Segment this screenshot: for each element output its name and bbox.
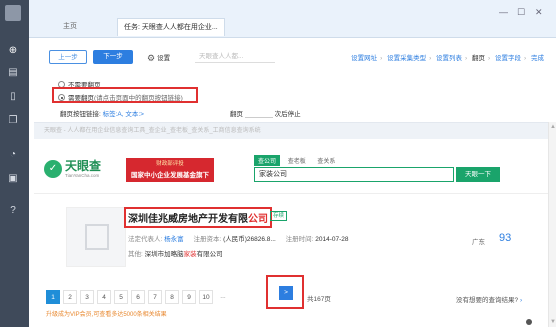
date-value: 2014-07-28 xyxy=(315,236,349,243)
tab-search-relation[interactable]: 查关系 xyxy=(313,155,339,166)
page-link[interactable]: 8 xyxy=(165,290,179,304)
pagination: 1 2 3 4 5 6 7 8 9 10 ... xyxy=(46,290,233,304)
company-other-row: 其他: 深圳市加略脑家装有限公司 xyxy=(128,248,223,258)
arrow-right-icon: › xyxy=(519,297,523,304)
box-icon[interactable]: ▣ xyxy=(6,172,20,186)
page-link[interactable]: 1 xyxy=(46,290,60,304)
browser-preview: 天眼查 - 人人都在用企业信息查询工具_查企业_查老板_查关系_工商信息查询系统… xyxy=(34,122,548,327)
no-result-text: 没有想要的查询结果? xyxy=(456,297,519,304)
logo-sub: TianYanCha.com xyxy=(65,173,100,178)
company-region: 广东 xyxy=(472,239,485,246)
search-input[interactable]: 家装公司 xyxy=(254,167,454,182)
file-icon[interactable]: ▯ xyxy=(6,90,20,104)
company-name-keyword: 公司 xyxy=(248,214,268,225)
scroll-up-icon[interactable]: ▲ xyxy=(550,124,556,130)
next-page-button[interactable]: > xyxy=(279,286,293,300)
divider xyxy=(34,193,548,194)
company-score: 93 xyxy=(499,232,512,244)
title-bar: 主页 任务: 天眼查人人都在用企业... — ☐ ✕ xyxy=(29,0,556,38)
tianyancha-mark-icon: ✓ xyxy=(44,160,62,178)
maximize-icon[interactable]: ☐ xyxy=(517,7,525,18)
vip-upgrade-note[interactable]: 升级成为VIP会员,可查看多达5000条相关结果 xyxy=(46,309,167,318)
search-button[interactable]: 天眼一下 xyxy=(456,167,500,182)
tab-search-company[interactable]: 查公司 xyxy=(254,155,281,166)
page-link[interactable]: 4 xyxy=(97,290,111,304)
tianyancha-logo[interactable]: ✓ 天眼查 TianYanCha.com xyxy=(44,160,101,178)
cursor-icon xyxy=(526,319,532,325)
company-thumbnail xyxy=(66,207,126,267)
crumb-paging[interactable]: 翻页 xyxy=(472,55,485,62)
legal-value[interactable]: 杨永富 xyxy=(164,236,184,243)
close-icon[interactable]: ✕ xyxy=(535,7,543,18)
help-icon[interactable]: ? xyxy=(6,204,20,218)
sidebar: ⊕ ▤ ▯ ❐ ◔ ▣ ? xyxy=(0,0,29,327)
building-icon xyxy=(85,224,109,250)
search-tabs: 查公司 查老板 查关系 xyxy=(254,155,341,166)
logo-name: 天眼查 xyxy=(65,159,102,173)
tab-search-boss[interactable]: 查老板 xyxy=(284,155,310,166)
ad-banner[interactable]: 财政部评投 国家中小企业发展基金旗下 xyxy=(126,158,214,182)
gear-icon: ⚙ xyxy=(147,53,156,63)
page-ellipsis: ... xyxy=(220,293,226,300)
page-link[interactable]: 2 xyxy=(63,290,77,304)
no-result-link[interactable]: 没有想要的查询结果? › xyxy=(456,294,522,304)
date-label: 注册时间: xyxy=(285,236,314,243)
crumb-finish[interactable]: 完成 xyxy=(531,55,544,62)
tab-task[interactable]: 任务: 天眼查人人都在用企业... xyxy=(117,18,225,36)
tab-home[interactable]: 主页 xyxy=(57,18,83,36)
other-value-main: 深圳市加略脑 xyxy=(144,251,184,258)
page-link[interactable]: 10 xyxy=(199,290,213,304)
crumb-fields[interactable]: 设置字段 xyxy=(495,55,521,62)
next-link-row: 翻页按钮链接: 标签:A, 文本:> xyxy=(60,108,144,118)
page-limit-row: 翻页 次后停止 xyxy=(230,108,301,118)
capital-value: (人民币)26826.8... xyxy=(223,236,276,243)
page-limit-input[interactable] xyxy=(244,110,273,118)
page-limit-label: 翻页 xyxy=(230,111,243,118)
page-link[interactable]: 6 xyxy=(131,290,145,304)
crumb-type[interactable]: 设置采集类型 xyxy=(387,55,426,62)
company-name-highlight: 深圳佳兆威房地产开发有限公司 xyxy=(124,207,272,228)
company-name[interactable]: 深圳佳兆威房地产开发有限公司 xyxy=(128,214,268,225)
toolbar: 上一步 下一步 ⚙ 设置 天眼查人人都... 设置网址 › 设置采集类型 › 设置列表… xyxy=(29,38,556,70)
other-label: 其他: xyxy=(128,251,143,258)
next-link-value[interactable]: 标签:A, 文本:> xyxy=(103,111,144,118)
company-info-row: 法定代表人: 杨永富 注册资本: (人民币)26826.8... 注册时间: 2… xyxy=(128,233,349,243)
scroll-down-icon[interactable]: ▼ xyxy=(550,319,556,325)
copy-icon[interactable]: ❐ xyxy=(6,114,20,128)
breadcrumb: 设置网址 › 设置采集类型 › 设置列表 › 翻页 › 设置字段 › 完成 xyxy=(351,55,544,62)
crumb-url[interactable]: 设置网址 xyxy=(351,55,377,62)
legal-label: 法定代表人: xyxy=(128,236,163,243)
ad-line-2: 国家中小企业发展基金旗下 xyxy=(131,172,209,179)
next-link-label: 翻页按钮链接: xyxy=(60,111,101,118)
document-icon[interactable]: ▤ xyxy=(6,66,20,80)
company-name-main: 深圳佳兆威房地产开发有限 xyxy=(128,214,248,225)
page-top-strip: 天眼查 - 人人都在用企业信息查询工具_查企业_查老板_查关系_工商信息查询系统 xyxy=(34,123,548,139)
next-page-highlight: > xyxy=(266,275,304,309)
ad-line-1: 财政部评投 xyxy=(156,161,184,167)
other-value-keyword: 家装 xyxy=(183,251,197,258)
highlight-box xyxy=(52,87,198,103)
app-logo xyxy=(5,5,21,21)
page-limit-suffix: 次后停止 xyxy=(274,111,301,118)
pie-chart-icon[interactable]: ◔ xyxy=(6,148,20,162)
next-step-button[interactable]: 下一步 xyxy=(93,50,133,64)
capital-label: 注册资本: xyxy=(193,236,222,243)
other-value-tail: 有限公司 xyxy=(196,251,223,258)
page-link[interactable]: 5 xyxy=(114,290,128,304)
total-pages: 共167页 xyxy=(307,296,331,303)
page-link[interactable]: 9 xyxy=(182,290,196,304)
settings-label: 设置 xyxy=(157,55,171,62)
settings-button[interactable]: ⚙ 设置 xyxy=(147,52,170,64)
crumb-list[interactable]: 设置列表 xyxy=(436,55,462,62)
plus-circle-icon[interactable]: ⊕ xyxy=(6,44,20,58)
task-url-field[interactable]: 天眼查人人都... xyxy=(195,50,275,63)
status-badge: 存续 xyxy=(270,211,288,221)
minimize-icon[interactable]: — xyxy=(499,7,508,17)
page-link[interactable]: 3 xyxy=(80,290,94,304)
prev-step-button[interactable]: 上一步 xyxy=(49,50,87,64)
vertical-scrollbar[interactable]: ▲ ▼ xyxy=(548,122,556,327)
page-link[interactable]: 7 xyxy=(148,290,162,304)
